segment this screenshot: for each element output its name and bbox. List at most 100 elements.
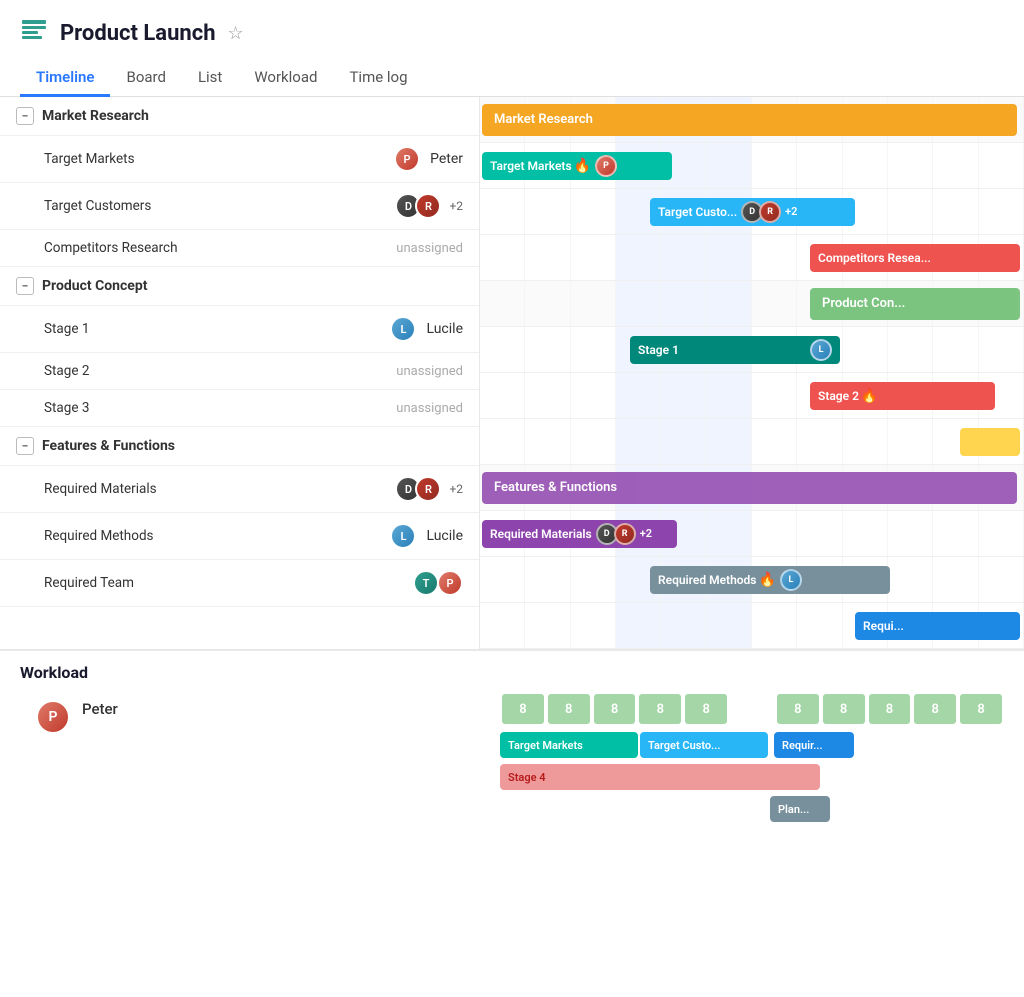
gantt-row-stage2: Stage 2 🔥 (480, 373, 1024, 419)
task-row: Stage 1 L Lucile (0, 306, 479, 353)
task-name: Required Materials (44, 481, 383, 497)
avatar-inline: R (614, 523, 636, 545)
workload-bars-row2: Stage 4 (500, 764, 1004, 792)
workload-person-row: P Peter (20, 692, 500, 828)
gantt-bar-features-functions[interactable]: Features & Functions (482, 472, 1017, 504)
fire-icon: 🔥 (574, 158, 591, 174)
gantt-bar-required-team[interactable]: Requi... (855, 612, 1020, 640)
avatar-stack: D R (395, 476, 441, 502)
gantt-bar-target-customers[interactable]: Target Custo... D R +2 (650, 198, 855, 226)
gantt-row-required-team: Requi... (480, 603, 1024, 649)
avatar: P (437, 570, 463, 596)
task-name: Competitors Research (44, 240, 384, 256)
bar-label: Stage 1 (638, 343, 679, 357)
task-name: Stage 1 (44, 321, 378, 337)
workload-bar-stage4: Stage 4 (500, 764, 820, 790)
gantt-bar-stage1[interactable]: Stage 1 L (630, 336, 840, 364)
avatar: T (413, 570, 439, 596)
star-icon[interactable]: ☆ (228, 23, 244, 44)
group-market-research: − Market Research (0, 97, 479, 136)
gantt-bar-competitors-research[interactable]: Competitors Resea... (810, 244, 1020, 272)
task-name: Required Methods (44, 528, 378, 544)
gantt-bar-target-markets[interactable]: Target Markets 🔥 P (482, 152, 672, 180)
avatar: P (394, 146, 420, 172)
avatar-workload-person: P (36, 700, 70, 734)
plus-count: +2 (449, 199, 463, 213)
gantt-row-required-materials: Required Materials D R +2 (480, 511, 1024, 557)
bar-label: Target Markets (490, 159, 572, 173)
task-row: Competitors Research unassigned (0, 230, 479, 267)
app-icon (20, 16, 48, 50)
gantt-bar-product-concept[interactable]: Product Con... (810, 288, 1020, 320)
tab-timeline[interactable]: Timeline (20, 60, 110, 97)
avatar-stack: D R (395, 193, 441, 219)
gantt-bar-required-materials[interactable]: Required Materials D R +2 (482, 520, 677, 548)
workload-numbers-row: 8 8 8 8 8 8 8 8 8 8 (500, 692, 1004, 726)
avatar: R (415, 476, 441, 502)
gantt-row-features-group: Features & Functions (480, 465, 1024, 511)
task-row: Required Methods L Lucile (0, 513, 479, 560)
avatar-inline: P (595, 155, 617, 177)
tab-workload[interactable]: Workload (238, 60, 333, 97)
wl-num: 8 (869, 694, 911, 724)
collapse-product-concept[interactable]: − (16, 277, 34, 295)
wl-num: 8 (914, 694, 956, 724)
nav-tabs: Timeline Board List Workload Time log (0, 50, 1024, 97)
avatar-inline: L (780, 569, 802, 591)
tab-list[interactable]: List (182, 60, 238, 97)
task-name: Required Team (44, 575, 401, 591)
bar-label: Stage 2 (818, 389, 859, 403)
gantt-bar-required-methods[interactable]: Required Methods 🔥 L (650, 566, 890, 594)
gantt-bar-stage2[interactable]: Stage 2 🔥 (810, 382, 995, 410)
task-row: Target Customers D R +2 (0, 183, 479, 230)
wl-num: 8 (639, 694, 681, 724)
tab-board[interactable]: Board (110, 60, 181, 97)
bar-label: Required Methods (658, 573, 756, 587)
collapse-features-functions[interactable]: − (16, 437, 34, 455)
app-header: Product Launch ☆ (0, 0, 1024, 50)
gantt-row-target-markets: Target Markets 🔥 P (480, 143, 1024, 189)
left-panel: − Market Research Target Markets P Peter… (0, 97, 480, 649)
wl-num: 8 (685, 694, 727, 724)
task-row: Stage 2 unassigned (0, 353, 479, 390)
bar-label: Features & Functions (494, 480, 617, 495)
avatar-inline: R (759, 201, 781, 223)
wl-num (731, 694, 773, 724)
group-label-features-functions: Features & Functions (42, 438, 175, 454)
assignee-label: Peter (430, 151, 463, 167)
workload-section: Workload P Peter 8 8 8 8 8 8 8 8 8 8 (0, 649, 1024, 836)
workload-bar-plan: Plan... (770, 796, 830, 822)
avatar: L (390, 316, 416, 342)
task-row: Target Markets P Peter (0, 136, 479, 183)
gantt-bar-market-research[interactable]: Market Research (482, 104, 1017, 136)
tab-timelog[interactable]: Time log (333, 60, 423, 97)
gantt-row-stage3 (480, 419, 1024, 465)
assignee-target-customers: D R +2 (395, 193, 463, 219)
assignee-target-markets: P Peter (394, 146, 463, 172)
workload-bar-target-customers: Target Custo... (640, 732, 768, 758)
task-name: Stage 3 (44, 400, 384, 416)
wl-num: 8 (960, 694, 1002, 724)
collapse-market-research[interactable]: − (16, 107, 34, 125)
plus-count-inline: +2 (785, 205, 797, 218)
unassigned-label: unassigned (396, 241, 463, 256)
bar-label: Required Materials (490, 527, 592, 541)
avatar: L (390, 523, 416, 549)
avatar-inline: L (810, 339, 832, 361)
task-row: Stage 3 unassigned (0, 390, 479, 427)
assignee-req-materials: D R +2 (395, 476, 463, 502)
wl-num: 8 (594, 694, 636, 724)
task-name: Target Markets (44, 151, 382, 167)
workload-bar-requir: Requir... (774, 732, 854, 758)
unassigned-label: unassigned (396, 364, 463, 379)
assignee-label: Lucile (426, 528, 463, 544)
group-label-market-research: Market Research (42, 108, 149, 124)
fire-icon: 🔥 (861, 388, 878, 404)
wl-num: 8 (777, 694, 819, 724)
workload-right-panel: 8 8 8 8 8 8 8 8 8 8 Target Markets Targe… (500, 692, 1004, 828)
gantt-bg (480, 419, 1024, 464)
wl-num: 8 (548, 694, 590, 724)
gantt-bar-stage3[interactable] (960, 428, 1020, 456)
assignee-stage1: L Lucile (390, 316, 463, 342)
gantt-row-market-research-group: Market Research (480, 97, 1024, 143)
